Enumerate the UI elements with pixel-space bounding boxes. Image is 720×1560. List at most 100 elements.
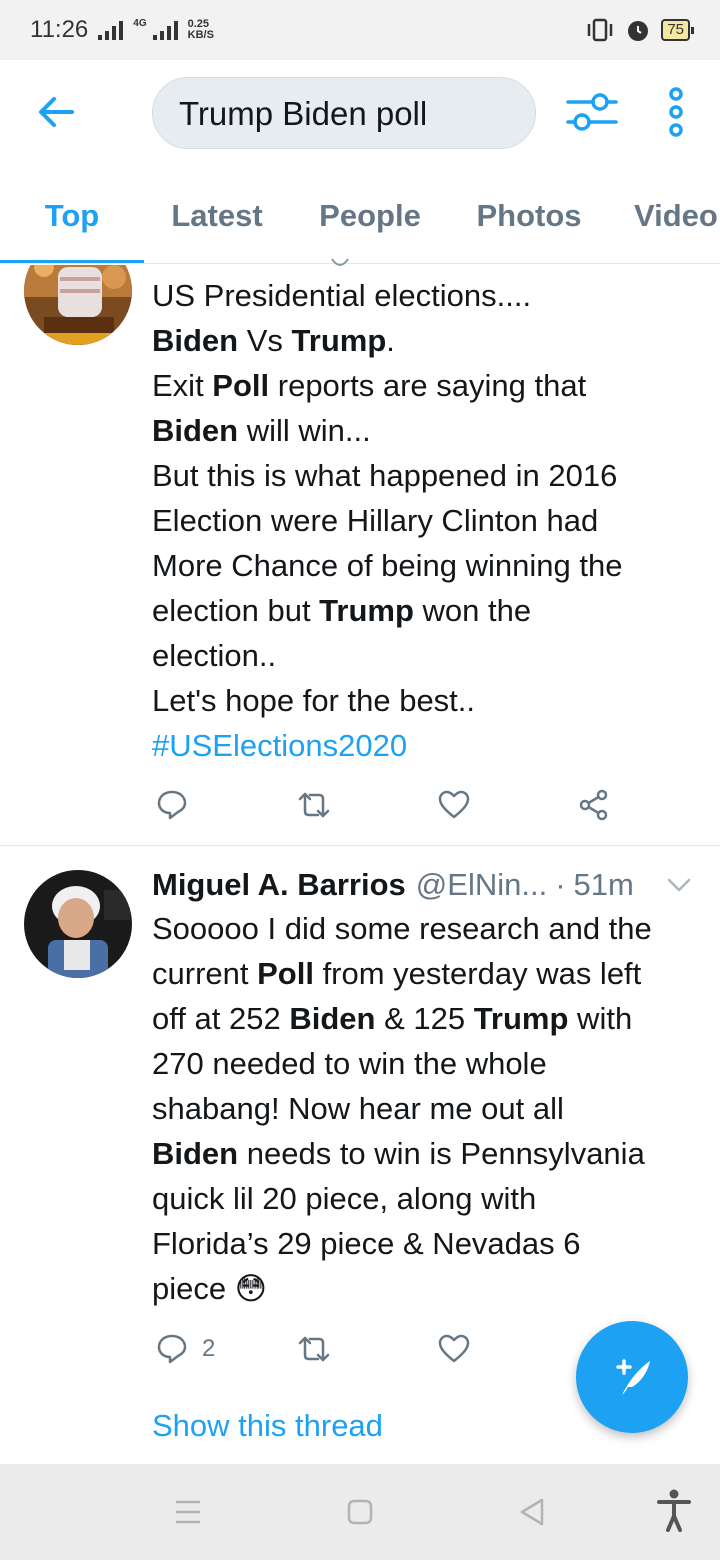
- tweet-text-line: Sooooo I did some research and the: [152, 906, 708, 951]
- home-icon[interactable]: [340, 1492, 380, 1532]
- chevron-down-icon[interactable]: [666, 872, 692, 898]
- highlighted-term: Trump: [473, 1001, 569, 1036]
- tweet-text-line: #USElections2020: [152, 723, 708, 768]
- retweet-icon: [298, 792, 330, 818]
- feather-plus-icon: [616, 1359, 650, 1395]
- tab-latest[interactable]: Latest: [144, 164, 290, 263]
- text-segment: from yesterday was left: [313, 956, 642, 991]
- text-segment: piece 😳: [152, 1271, 268, 1306]
- text-segment: & 125: [375, 1001, 474, 1036]
- tweet-2-header: Miguel A. Barrios @ElNin... · 51m: [152, 862, 708, 907]
- tweet-text-line: Biden will win...: [152, 408, 708, 453]
- text-segment: Exit: [152, 368, 213, 403]
- text-segment: reports are saying that: [269, 368, 587, 403]
- status-time: 11:26: [30, 16, 89, 43]
- text-segment: Sooooo I did some research and the: [152, 911, 652, 946]
- highlighted-term: Biden: [152, 1136, 239, 1171]
- tweet-text-line: 270 needed to win the whole: [152, 1041, 708, 1086]
- author-name[interactable]: Miguel A. Barrios: [152, 862, 406, 907]
- text-segment: Let's hope for the best..: [152, 683, 476, 718]
- text-segment: current: [152, 956, 258, 991]
- text-segment: Election were Hillary Clinton had: [152, 503, 599, 538]
- sliders-icon[interactable]: [566, 90, 618, 134]
- tweet-text-line: election but Trump won the: [152, 588, 708, 633]
- signal-icon-2: [152, 20, 178, 40]
- tweet-text-line: More Chance of being winning the: [152, 543, 708, 588]
- tweet-text-line: quick lil 20 piece, along with: [152, 1176, 708, 1221]
- compose-button[interactable]: [576, 1321, 688, 1433]
- avatar[interactable]: [24, 265, 132, 345]
- retweet-button[interactable]: [296, 785, 332, 825]
- menu-icon[interactable]: [168, 1492, 208, 1532]
- speech-bubble-icon: [157, 790, 187, 820]
- tweet-text-line: Exit Poll reports are saying that: [152, 363, 708, 408]
- arrow-left-icon[interactable]: [34, 90, 78, 134]
- accessibility-icon[interactable]: [654, 1488, 694, 1532]
- network-speed-unit: KB/S: [187, 29, 214, 41]
- like-button[interactable]: [438, 1329, 470, 1369]
- tweet-text-line: piece 😳: [152, 1266, 708, 1311]
- vibrate-icon: [588, 18, 613, 42]
- tab-indicator: [0, 260, 144, 263]
- tweet-text-line: Biden needs to win is Pennsylvania: [152, 1131, 708, 1176]
- battery-icon: 75: [661, 19, 694, 41]
- text-segment: off at 252: [152, 1001, 290, 1036]
- tweet-text-line: Biden Vs Trump.: [152, 318, 708, 363]
- tweet-text-line: Florida’s 29 piece & Nevadas 6: [152, 1221, 708, 1266]
- tweet-1[interactable]: US Presidential elections.... Biden Vs Tr…: [0, 265, 720, 845]
- text-segment: will win...: [238, 413, 371, 448]
- tab-people[interactable]: People: [296, 164, 444, 263]
- vertical-dots-icon[interactable]: [660, 86, 692, 138]
- tweet-text-line: Let's hope for the best..: [152, 678, 708, 723]
- share-button[interactable]: [578, 785, 610, 825]
- system-nav-bar: [0, 1464, 720, 1560]
- tweet-2-text: Sooooo I did some research and the curren…: [152, 906, 708, 1311]
- like-button[interactable]: [438, 785, 470, 825]
- text-segment: won the: [413, 593, 532, 628]
- tweet-text-line: Election were Hillary Clinton had: [152, 498, 708, 543]
- avatar[interactable]: [24, 870, 132, 978]
- highlighted-term: Biden: [152, 413, 239, 448]
- back-nav-icon[interactable]: [512, 1492, 552, 1532]
- highlighted-term: Trump: [319, 593, 414, 628]
- tweet-text-line: off at 252 Biden & 125 Trump with: [152, 996, 708, 1041]
- text-segment: US Presidential elections....: [152, 278, 532, 313]
- tab-photos[interactable]: Photos: [456, 164, 602, 263]
- network-speed: 0.25 KB/S: [188, 19, 214, 41]
- text-segment: .: [386, 323, 395, 358]
- tweet-text-line: But this is what happened in 2016: [152, 453, 708, 498]
- status-left: 11:26 4G 0.25 KB/S: [30, 16, 214, 44]
- text-segment: shabang! Now hear me out all: [152, 1091, 564, 1126]
- reply-button[interactable]: 2: [156, 1329, 215, 1369]
- heart-icon: [438, 790, 470, 819]
- highlighted-term: Biden: [289, 1001, 376, 1036]
- reply-button[interactable]: [156, 785, 202, 825]
- speech-bubble-icon: [157, 1334, 187, 1364]
- text-segment: needs to win is Pennsylvania: [238, 1136, 645, 1171]
- search-input[interactable]: Trump Biden poll: [152, 77, 536, 149]
- reply-count: 2: [202, 1335, 216, 1362]
- hashtag-link[interactable]: #USElections2020: [152, 728, 407, 763]
- tab-top[interactable]: Top: [0, 164, 144, 263]
- signal-icon: [98, 20, 124, 40]
- text-segment: election but: [152, 593, 320, 628]
- text-segment: But this is what happened in 2016: [152, 458, 618, 493]
- tab-video[interactable]: Video: [634, 164, 720, 263]
- search-tabs: Top Latest People Photos Video: [0, 164, 720, 264]
- text-segment: Vs: [238, 323, 292, 358]
- text-segment: 270 needed to win the whole: [152, 1046, 547, 1081]
- highlighted-term: Biden: [152, 323, 239, 358]
- show-thread-link[interactable]: Show this thread: [152, 1403, 383, 1448]
- avatar-image: [24, 265, 132, 345]
- tweet-text-line: shabang! Now hear me out all: [152, 1086, 708, 1131]
- highlighted-term: Poll: [212, 368, 270, 403]
- status-bar: 11:26 4G 0.25 KB/S 75: [0, 0, 720, 60]
- tweet-1-actions: [152, 785, 672, 825]
- alarm-icon: [628, 21, 649, 41]
- text-segment: with: [568, 1001, 633, 1036]
- retweet-button[interactable]: [296, 1329, 332, 1369]
- tweet-1-text: US Presidential elections.... Biden Vs Tr…: [152, 273, 708, 768]
- heart-icon: [438, 1334, 470, 1363]
- author-handle[interactable]: @ElNin...: [416, 862, 547, 907]
- clipped-handle-glyph: [331, 258, 349, 266]
